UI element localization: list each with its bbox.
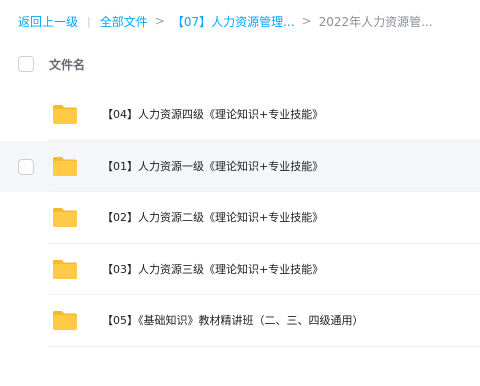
row-checkbox[interactable] — [18, 158, 34, 175]
file-row[interactable]: 【01】人力资源一级《理论知识+专业技能》 — [0, 140, 480, 192]
column-header-filename[interactable]: 文件名 — [49, 56, 85, 73]
file-name[interactable]: 【02】人力资源二级《理论知识+专业技能》 — [102, 209, 323, 225]
file-name[interactable]: 【04】人力资源四级《理论知识+专业技能》 — [102, 106, 323, 122]
breadcrumb-folder-link[interactable]: 【07】人力资源管理... — [172, 13, 295, 30]
file-row[interactable]: 【05】《基础知识》教材精讲班（二、三、四级通用） — [0, 295, 480, 347]
file-name[interactable]: 【05】《基础知识》教材精讲班（二、三、四级通用） — [102, 312, 364, 328]
folder-icon — [53, 208, 77, 227]
file-name[interactable]: 【03】人力资源三级《理论知识+专业技能》 — [102, 261, 323, 277]
chevron-right-icon: > — [154, 14, 165, 28]
all-files-link[interactable]: 全部文件 — [100, 13, 148, 30]
breadcrumb-divider: | — [87, 14, 91, 28]
file-row[interactable]: 【02】人力资源二级《理论知识+专业技能》 — [0, 192, 480, 244]
folder-icon — [53, 259, 77, 279]
breadcrumb-current: 2022年人力资源管... — [318, 14, 433, 29]
folder-icon — [53, 311, 77, 330]
file-list: 【04】人力资源四级《理论知识+专业技能》 【01】人力资源一级《理论知识+专业… — [0, 89, 480, 347]
folder-icon — [53, 105, 77, 124]
chevron-right-icon: > — [301, 14, 312, 28]
file-row[interactable]: 【04】人力资源四级《理论知识+专业技能》 — [0, 89, 480, 141]
back-link[interactable]: 返回上一级 — [18, 13, 78, 30]
file-list-header: 文件名 — [0, 46, 480, 82]
select-all-checkbox[interactable] — [18, 56, 34, 72]
folder-icon — [53, 156, 77, 176]
file-name[interactable]: 【01】人力资源一级《理论知识+专业技能》 — [102, 158, 323, 174]
file-row[interactable]: 【03】人力资源三级《理论知识+专业技能》 — [0, 244, 480, 295]
breadcrumb: 返回上一级 | 全部文件 > 【07】人力资源管理... > 2022年人力资源… — [18, 12, 433, 30]
row-divider — [49, 345, 480, 347]
